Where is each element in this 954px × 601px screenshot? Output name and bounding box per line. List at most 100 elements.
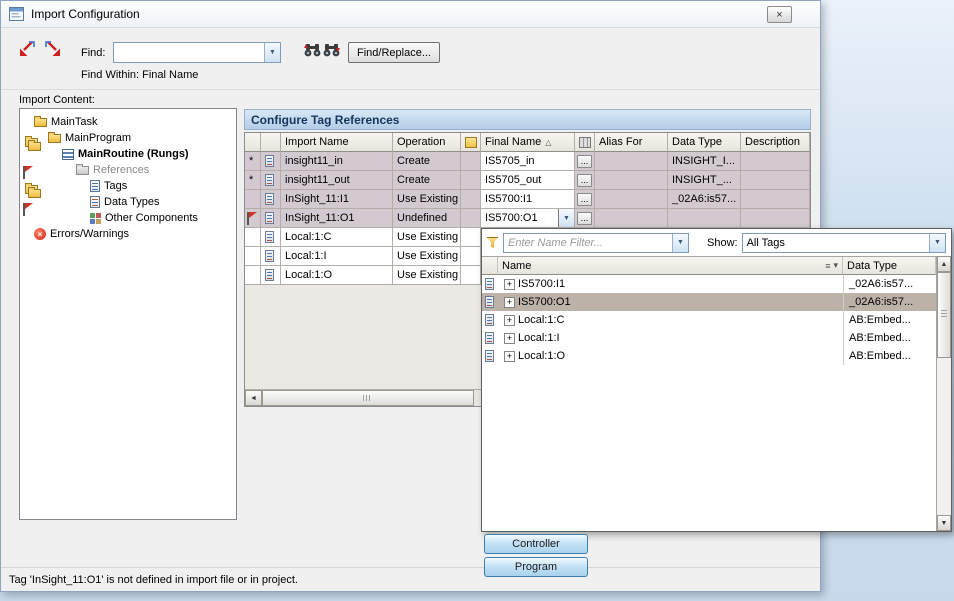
cell-final-name[interactable]: IS5705_out [481,171,575,190]
tag-browser-row[interactable]: +IS5700:I1 _02A6:is57... [482,275,936,293]
find-next-icon[interactable] [323,42,340,58]
tag-row[interactable]: * insight11_in Create IS5705_in ... INSI… [245,152,810,171]
find-within-label: Find Within: Final Name [81,69,198,81]
expand-icon[interactable]: + [504,297,515,308]
controller-button[interactable]: Controller [484,534,588,554]
cell-final-name[interactable]: IS5705_in [481,152,575,171]
cell-data-type[interactable]: _02A6:is57... [668,190,741,209]
cell-alias-for[interactable] [595,152,668,171]
browse-button[interactable]: ... [577,212,592,225]
find-dropdown-arrow-icon[interactable] [264,43,280,62]
import-arrows-icon[interactable] [17,39,37,59]
tree-item-tags[interactable]: Tags [20,178,236,194]
expand-icon[interactable]: + [504,315,515,326]
tree-item-data-types[interactable]: Data Types [20,194,236,210]
cell-operation[interactable]: Use Existing [393,266,461,285]
browse-button[interactable]: ... [577,155,592,168]
cell-final-name[interactable]: IS5700:I1 [481,190,575,209]
tree-item-mainroutine[interactable]: MainRoutine (Rungs) [20,146,236,162]
scroll-up-icon[interactable] [937,256,951,272]
find-previous-icon[interactable] [304,42,321,58]
tag-lookup-icon [465,137,477,148]
export-arrows-icon[interactable] [43,39,63,59]
cell-operation[interactable]: Create [393,171,461,190]
cell-data-type[interactable]: INSIGHT_... [668,171,741,190]
scrollbar-thumb[interactable] [262,390,474,406]
find-input[interactable] [114,47,264,59]
cell-import-name[interactable]: InSight_11:I1 [281,190,393,209]
cell-import-name[interactable]: insight11_out [281,171,393,190]
cell-operation[interactable]: Use Existing [393,190,461,209]
tree-item-references[interactable]: References [20,162,236,178]
cell-operation[interactable]: Create [393,152,461,171]
scroll-left-icon[interactable] [245,390,262,406]
sort-icon[interactable]: ▾ [833,260,838,271]
name-filter-input[interactable] [504,237,672,249]
tag-browser-row[interactable]: +Local:1:O AB:Embed... [482,347,936,365]
find-replace-button[interactable]: Find/Replace... [348,42,440,63]
tag-icon [265,269,274,281]
tag-row[interactable]: * insight11_out Create IS5705_out ... IN… [245,171,810,190]
cell-data-type[interactable]: INSIGHT_I... [668,152,741,171]
final-name-dropdown-button[interactable] [558,209,574,227]
expand-icon[interactable]: + [504,333,515,344]
tag-icon [265,193,274,205]
expand-icon[interactable]: + [504,279,515,290]
vertical-scrollbar[interactable] [936,256,951,531]
tree-item-maintask[interactable]: MainTask [20,114,236,130]
filter-funnel-icon [486,237,499,249]
cell-operation[interactable]: Use Existing [393,228,461,247]
column-options-icon[interactable]: ≡ [825,261,830,271]
name-filter-combobox[interactable] [503,233,689,253]
show-combobox[interactable]: All Tags [742,233,946,253]
tag-browser-row-selected[interactable]: +IS5700:O1 _02A6:is57... [482,293,936,311]
scrollbar-thumb[interactable] [937,272,951,358]
cell-alias-for[interactable] [595,171,668,190]
cell-data-type[interactable] [668,209,741,228]
folder-icon [34,118,47,127]
column-final-name[interactable]: Final Name △ [481,133,575,152]
cell-description[interactable] [741,171,810,190]
filter-dropdown-arrow-icon[interactable] [672,234,688,252]
cell-import-name[interactable]: Local:1:O [281,266,393,285]
program-button[interactable]: Program [484,557,588,577]
column-data-type[interactable]: Data Type [843,257,936,275]
tag-browser-row[interactable]: +Local:1:C AB:Embed... [482,311,936,329]
tree-item-errors-warnings[interactable]: Errors/Warnings [20,226,236,242]
final-name-combobox[interactable]: IS5700:O1 [481,209,575,228]
tag-row-with-error[interactable]: InSight_11:O1 Undefined IS5700:O1 ... [245,209,810,228]
cell-description[interactable] [741,152,810,171]
find-combobox[interactable] [113,42,281,63]
tree-item-mainprogram[interactable]: MainProgram [20,130,236,146]
column-operation[interactable]: Operation [393,133,461,152]
cell-description[interactable] [741,209,810,228]
close-button[interactable]: × [767,6,792,23]
tag-browser-row[interactable]: +Local:1:I AB:Embed... [482,329,936,347]
expand-icon[interactable]: + [504,351,515,362]
toolbar-separator [1,89,820,90]
cell-import-name[interactable]: Local:1:C [281,228,393,247]
cell-operation[interactable]: Undefined [393,209,461,228]
browse-button[interactable]: ... [577,174,592,187]
panel-title: Configure Tag References [244,109,811,130]
cell-import-name[interactable]: insight11_in [281,152,393,171]
cell-import-name[interactable]: InSight_11:O1 [281,209,393,228]
cell-alias-for[interactable] [595,190,668,209]
cell-description[interactable] [741,190,810,209]
cell-alias-for[interactable] [595,209,668,228]
cell-import-name[interactable]: Local:1:I [281,247,393,266]
cell-operation[interactable]: Use Existing [393,247,461,266]
column-data-type[interactable]: Data Type [668,133,741,152]
column-description[interactable]: Description [741,133,810,152]
tree-item-other-components[interactable]: Other Components [20,210,236,226]
tag-icon [485,332,494,344]
browse-button[interactable]: ... [577,193,592,206]
show-dropdown-arrow-icon[interactable] [929,234,945,252]
tag-row[interactable]: InSight_11:I1 Use Existing IS5700:I1 ...… [245,190,810,209]
tag-browser-popup: Show: All Tags Name ≡ ▾ Data Type +IS570… [481,228,952,532]
scroll-down-icon[interactable] [937,515,951,531]
column-alias-for[interactable]: Alias For [595,133,668,152]
tag-list: Name ≡ ▾ Data Type +IS5700:I1 _02A6:is57… [482,256,951,531]
column-name[interactable]: Name ≡ ▾ [498,257,843,275]
column-import-name[interactable]: Import Name [281,133,393,152]
